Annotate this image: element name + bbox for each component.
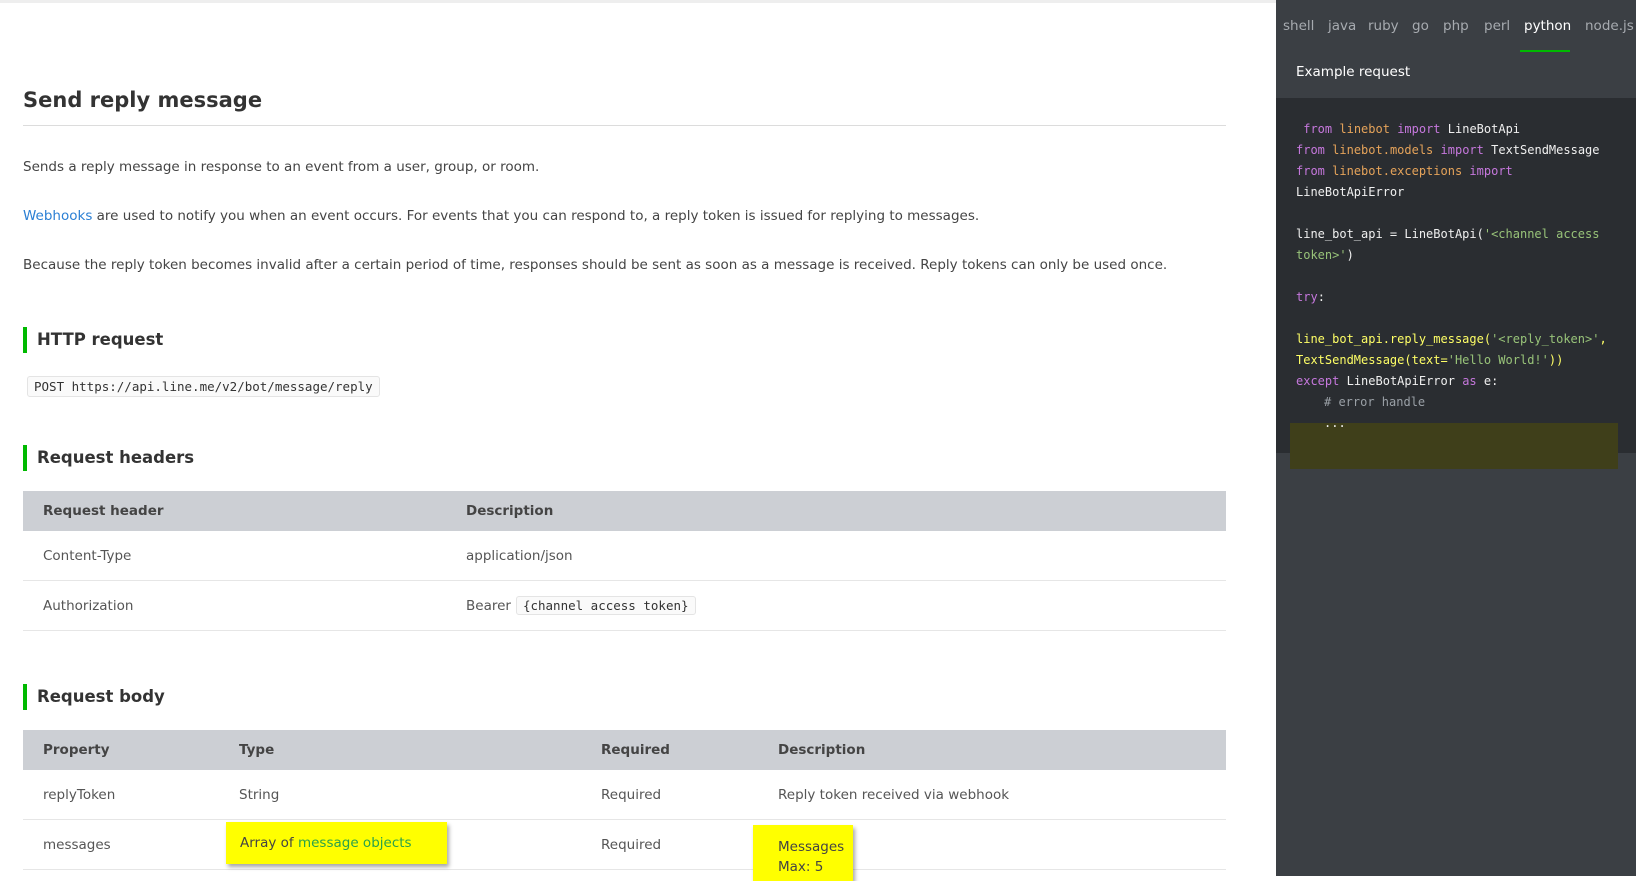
messages-max: Max: 5 xyxy=(778,859,824,875)
section-heading-request-headers: Request headers xyxy=(23,445,194,471)
tab-go[interactable]: go xyxy=(1412,18,1429,34)
example-request-label: Example request xyxy=(1296,64,1411,80)
messages-description: Messages xyxy=(778,839,845,855)
column-header: Property xyxy=(23,730,219,770)
code-line: from linebot.exceptions import xyxy=(1296,164,1513,178)
code-line: token>') xyxy=(1296,248,1354,262)
title-divider xyxy=(23,125,1226,126)
main-content: Send reply message Sends a reply message… xyxy=(0,0,1276,881)
request-headers-table: Request header Description Content-Type … xyxy=(23,491,1226,631)
header-description-cell: application/json xyxy=(446,531,1226,581)
required-cell: Required xyxy=(581,819,758,870)
tab-java[interactable]: java xyxy=(1328,18,1356,34)
channel-access-token-code: {channel access token} xyxy=(515,596,696,615)
code-line: TextSendMessage(text='Hello World!')) xyxy=(1296,353,1564,367)
code-line: try: xyxy=(1296,290,1325,304)
tab-ruby[interactable]: ruby xyxy=(1368,18,1399,34)
table-row: replyToken String Required Reply token r… xyxy=(23,770,1226,820)
page-title: Send reply message xyxy=(23,88,263,112)
property-cell: replyToken xyxy=(23,770,219,820)
request-body-table: Property Type Required Description reply… xyxy=(23,730,1226,870)
table-row: Authorization Bearer {channel access toke… xyxy=(23,580,1226,631)
webhooks-paragraph-text: are used to notify you when an event occ… xyxy=(92,208,980,224)
property-cell: messages xyxy=(23,819,219,870)
tab-nodejs[interactable]: node.js xyxy=(1585,18,1634,34)
code-line: line_bot_api.reply_message('<reply_token… xyxy=(1296,332,1607,346)
required-cell: Required xyxy=(581,770,758,820)
tab-shell[interactable]: shell xyxy=(1283,18,1314,34)
table-row: Content-Type application/json xyxy=(23,531,1226,581)
tab-php[interactable]: php xyxy=(1443,18,1469,34)
column-header: Request header xyxy=(23,491,446,531)
message-objects-link[interactable]: message objects xyxy=(298,835,412,851)
table-header-row: Request header Description xyxy=(23,491,1226,531)
code-line: LineBotApiError xyxy=(1296,185,1405,199)
table-header-row: Property Type Required Description xyxy=(23,730,1226,770)
code-sidebar: shell java ruby go php perl python node.… xyxy=(1276,0,1636,876)
intro-paragraph: Sends a reply message in response to an … xyxy=(23,159,540,175)
code-line: line_bot_api = LineBotApi('<channel acce… xyxy=(1296,227,1600,241)
type-prefix: Array of xyxy=(240,835,294,851)
tab-perl[interactable]: perl xyxy=(1484,18,1510,34)
code-line: ... xyxy=(1324,416,1346,430)
webhooks-link[interactable]: Webhooks xyxy=(23,208,92,224)
code-line: # error handle xyxy=(1324,395,1426,409)
column-header: Description xyxy=(758,730,1226,770)
type-cell: String xyxy=(219,770,581,820)
code-line: from linebot import LineBotApi xyxy=(1303,122,1521,136)
reply-token-paragraph: Because the reply token becomes invalid … xyxy=(23,257,1168,273)
column-header: Type xyxy=(219,730,581,770)
header-name-cell: Content-Type xyxy=(23,531,446,581)
header-name-cell: Authorization xyxy=(23,580,446,631)
table-row: messages Required xyxy=(23,819,1226,870)
highlighted-type-callout: Array of message objects xyxy=(226,822,447,864)
section-heading-request-body: Request body xyxy=(23,684,165,710)
bearer-text: Bearer xyxy=(466,598,511,614)
code-line: from linebot.models import TextSendMessa… xyxy=(1296,143,1600,157)
section-heading-http-request: HTTP request xyxy=(23,327,163,353)
webhooks-paragraph: Webhooks are used to notify you when an … xyxy=(23,208,979,224)
tab-python[interactable]: python xyxy=(1524,18,1571,34)
language-tabs: shell java ruby go php perl python node.… xyxy=(1276,0,1636,53)
endpoint-code: POST https://api.line.me/v2/bot/message/… xyxy=(27,376,380,397)
code-line: except LineBotApiError as e: xyxy=(1296,374,1499,388)
description-cell: Reply token received via webhook xyxy=(758,770,1226,820)
header-description-cell: Bearer {channel access token} xyxy=(446,580,1226,631)
column-header: Required xyxy=(581,730,758,770)
highlighted-description-callout: Messages Max: 5 xyxy=(753,825,853,881)
column-header: Description xyxy=(446,491,1226,531)
